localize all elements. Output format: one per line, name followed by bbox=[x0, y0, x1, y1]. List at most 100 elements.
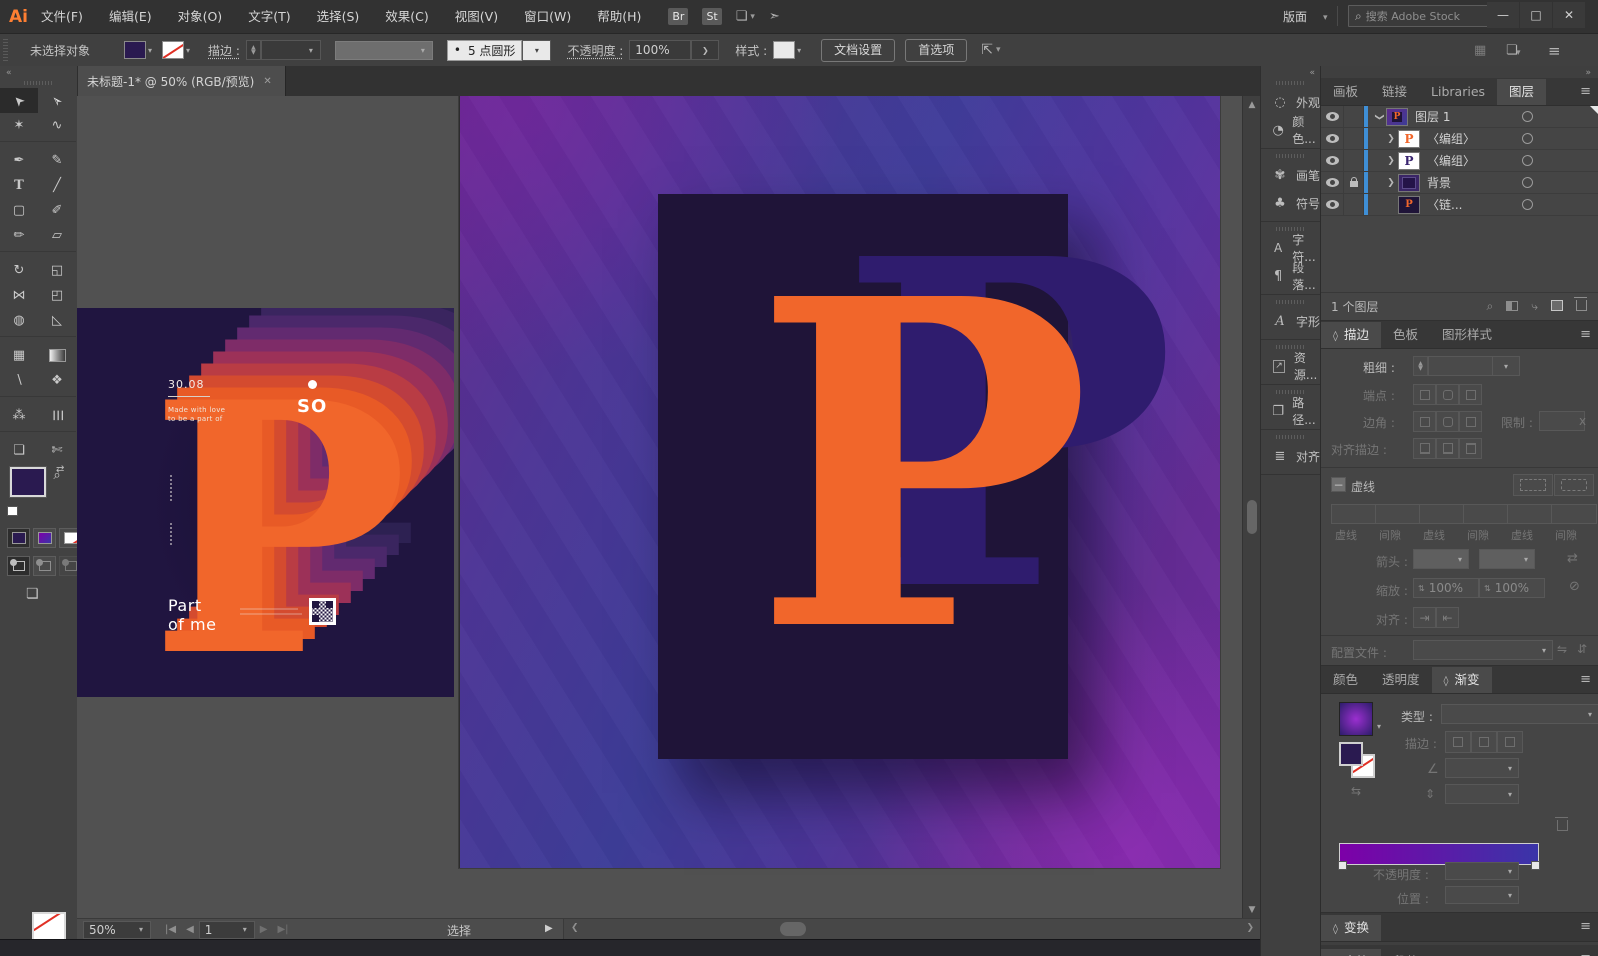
scroll-right-icon[interactable]: ❯ bbox=[1246, 923, 1254, 933]
gradient-tool[interactable] bbox=[38, 343, 76, 368]
shaper-tool[interactable]: ✏ bbox=[0, 223, 38, 248]
stock-button[interactable]: St bbox=[702, 8, 722, 25]
scale-tool[interactable]: ◱ bbox=[38, 258, 76, 283]
dash-field-3[interactable] bbox=[1507, 504, 1553, 524]
menu-edit[interactable]: 编辑(E) bbox=[96, 0, 165, 33]
menu-file[interactable]: 文件(F) bbox=[28, 0, 96, 33]
gradient-stop-end[interactable] bbox=[1531, 861, 1540, 870]
gradient-mode-button[interactable] bbox=[33, 528, 56, 548]
visibility-toggle[interactable] bbox=[1321, 150, 1344, 171]
flip-along-icon[interactable]: ⇋ bbox=[1557, 642, 1567, 656]
expand-chevron-icon[interactable]: ❯ bbox=[1374, 110, 1384, 124]
layer-row-group1[interactable]: ❯ P 〈编组〉 bbox=[1321, 128, 1598, 150]
panel-menu-icon[interactable]: ≡ bbox=[1580, 919, 1591, 934]
close-button[interactable]: ✕ bbox=[1553, 2, 1585, 28]
slice-tool[interactable]: ✄ bbox=[38, 438, 76, 463]
panel-collapse-icon[interactable]: ◊ bbox=[1333, 331, 1338, 342]
horizontal-scroll-thumb[interactable] bbox=[780, 922, 806, 936]
weight-dropdown[interactable]: ▾ bbox=[1492, 356, 1520, 376]
gap-field-1[interactable] bbox=[1375, 504, 1421, 524]
chevron-down-icon[interactable]: ▾ bbox=[795, 46, 803, 55]
dock-glyphs[interactable]: A 字形 bbox=[1261, 307, 1321, 335]
menu-window[interactable]: 窗口(W) bbox=[511, 0, 584, 33]
opacity-flyout-button[interactable]: ❯ bbox=[691, 40, 720, 60]
expand-chevron-icon[interactable]: ❯ bbox=[1384, 134, 1398, 144]
dash-field-1[interactable] bbox=[1331, 504, 1377, 524]
opacity-label[interactable]: 不透明度 : bbox=[567, 42, 623, 59]
menu-object[interactable]: 对象(O) bbox=[165, 0, 236, 33]
panel-grip[interactable] bbox=[3, 39, 8, 61]
expand-dock-icon[interactable]: « bbox=[1261, 66, 1321, 78]
visibility-toggle[interactable] bbox=[1321, 128, 1344, 149]
align-center-button[interactable] bbox=[1413, 438, 1436, 459]
document-tab[interactable]: 未标题-1* @ 50% (RGB/预览) ✕ bbox=[77, 66, 286, 96]
zoom-level-dropdown[interactable]: 50% ▾ bbox=[83, 920, 151, 939]
next-artboard-button[interactable]: ▶ bbox=[260, 924, 268, 935]
mesh-tool[interactable]: ▦ bbox=[0, 343, 38, 368]
tab-close-icon[interactable]: ✕ bbox=[263, 76, 271, 87]
dock-character[interactable]: A 字符... bbox=[1261, 233, 1321, 264]
bridge-button[interactable]: Br bbox=[668, 8, 689, 25]
arrow-align-tip-button[interactable]: ⇥ bbox=[1413, 607, 1436, 628]
fill-color-swatch[interactable] bbox=[124, 41, 147, 59]
layer-name[interactable]: 背景 bbox=[1427, 174, 1451, 191]
clipping-mask-icon[interactable] bbox=[1506, 300, 1519, 314]
paintbrush-tool[interactable]: ✐ bbox=[38, 198, 76, 223]
target-circle[interactable] bbox=[1522, 177, 1533, 188]
search-adobe-stock-input[interactable]: ⌕ 搜索 Adobe Stock bbox=[1348, 5, 1490, 27]
tab-swatches[interactable]: 色板 bbox=[1381, 322, 1430, 348]
layer-row-background[interactable]: ❯ 背景 bbox=[1321, 172, 1598, 194]
panel-menu-icon[interactable]: ≡ bbox=[1580, 951, 1591, 956]
dock-symbols[interactable]: ♣ 符号 bbox=[1261, 189, 1321, 217]
document-setup-button[interactable]: 文档设置 bbox=[821, 38, 896, 62]
lock-toggle[interactable] bbox=[1344, 194, 1364, 215]
rotate-tool[interactable]: ↻ bbox=[0, 258, 38, 283]
dock-asset-export[interactable]: ↗ 资源... bbox=[1261, 351, 1321, 382]
target-circle[interactable] bbox=[1522, 133, 1533, 144]
swap-fill-stroke-icon[interactable]: ⇄ bbox=[56, 464, 64, 475]
direct-selection-tool[interactable]: ➢ bbox=[38, 88, 76, 113]
first-artboard-button[interactable]: |◀ bbox=[165, 924, 176, 935]
gap-field-2[interactable] bbox=[1463, 504, 1509, 524]
lock-toggle[interactable] bbox=[1344, 106, 1364, 127]
tab-graphic-styles[interactable]: 图形样式 bbox=[1430, 322, 1504, 348]
scroll-down-icon[interactable]: ▼ bbox=[1243, 905, 1261, 915]
preferences-button[interactable]: 首选项 bbox=[905, 38, 968, 62]
dock-appearance[interactable]: ◌ 外观 bbox=[1261, 88, 1321, 116]
panel-grip[interactable] bbox=[1276, 81, 1306, 85]
gradient-angle-dropdown[interactable]: ▾ bbox=[1445, 758, 1519, 778]
artboard[interactable]: P P bbox=[459, 96, 1220, 868]
free-transform-tool[interactable]: ◰ bbox=[38, 283, 76, 308]
screen-mode-button[interactable]: ❏ bbox=[26, 586, 39, 602]
stroke-weight-label[interactable]: 描边 : bbox=[208, 42, 240, 59]
tab-artboards[interactable]: 画板 bbox=[1321, 79, 1370, 105]
perspective-grid-tool[interactable]: ◺ bbox=[38, 308, 76, 333]
brush-dropdown-chevron[interactable]: ▾ bbox=[522, 39, 552, 61]
line-segment-tool[interactable]: ╱ bbox=[38, 173, 76, 198]
dock-brushes[interactable]: ✾ 画笔 bbox=[1261, 161, 1321, 189]
color-mode-button[interactable] bbox=[7, 528, 30, 548]
stroke-color-swatch[interactable] bbox=[162, 41, 185, 59]
scale-start-field[interactable]: ⇅ 100% bbox=[1413, 578, 1479, 598]
style-swatch[interactable] bbox=[773, 41, 796, 59]
dock-pathfinder[interactable]: ❐ 路径... bbox=[1261, 396, 1321, 427]
poster-card-artwork[interactable]: P P bbox=[658, 194, 1176, 759]
canvas-pasteboard[interactable]: P P P 30.08 Made with love to be a part o… bbox=[77, 96, 1242, 918]
weight-stepper[interactable]: ▲ ▼ bbox=[1413, 356, 1428, 376]
arrange-documents-icon[interactable]: ❏ bbox=[736, 9, 748, 24]
scroll-up-icon[interactable]: ▲ bbox=[1243, 100, 1261, 110]
chevron-down-icon[interactable]: ▾ bbox=[1375, 722, 1383, 731]
scroll-left-icon[interactable]: ❮ bbox=[571, 923, 579, 933]
tab-transform[interactable]: ◊ 变换 bbox=[1321, 915, 1381, 941]
curvature-tool[interactable]: ✎ bbox=[38, 148, 76, 173]
shape-builder-tool[interactable]: ◍ bbox=[0, 308, 38, 333]
magic-wand-tool[interactable]: ✶ bbox=[0, 113, 38, 138]
reverse-gradient-icon[interactable]: ⇆ bbox=[1351, 784, 1361, 798]
collapse-dock-icon[interactable]: » bbox=[1321, 66, 1598, 78]
previous-artboard-button[interactable]: ◀ bbox=[186, 924, 194, 935]
layer-thumbnail[interactable]: P bbox=[1398, 195, 1420, 214]
layer-name[interactable]: 〈编组〉 bbox=[1427, 152, 1475, 169]
swap-arrowheads-icon[interactable]: ⇄ bbox=[1567, 551, 1578, 566]
blend-tool[interactable]: ❖ bbox=[38, 368, 76, 393]
panel-grip[interactable] bbox=[23, 81, 54, 85]
